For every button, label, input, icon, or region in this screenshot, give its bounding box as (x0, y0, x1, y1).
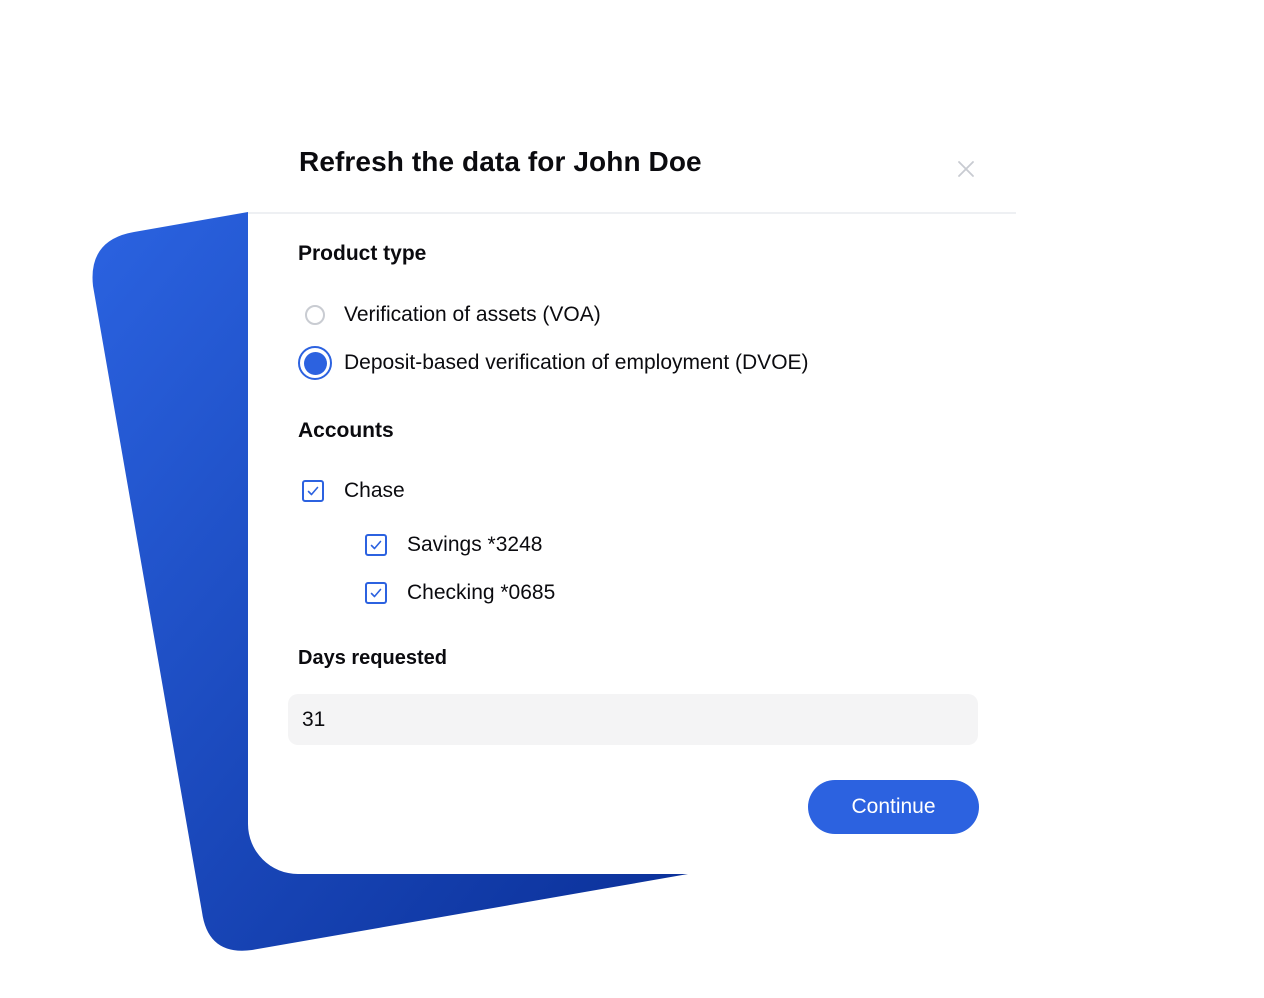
close-icon[interactable] (954, 157, 978, 181)
account-checking-label: Checking *0685 (407, 581, 556, 604)
product-option-voa-label: Verification of assets (VOA) (344, 303, 601, 326)
days-requested-value: 31 (302, 707, 326, 731)
accounts-label: Accounts (298, 419, 394, 442)
checkmark-icon (370, 588, 382, 598)
account-checking[interactable]: Checking *0685 (365, 581, 555, 605)
checkbox-checking[interactable] (365, 582, 387, 604)
account-savings[interactable]: Savings *3248 (365, 533, 542, 557)
radio-unselected[interactable] (305, 305, 325, 325)
product-type-label: Product type (298, 242, 427, 265)
radio-selected-dot (303, 351, 327, 375)
account-chase-label: Chase (344, 479, 405, 502)
days-requested-input[interactable]: 31 (288, 694, 978, 745)
product-option-dvoe[interactable]: Deposit-based verification of employment… (298, 346, 809, 380)
header-divider (248, 212, 1016, 214)
checkmark-icon (307, 486, 319, 496)
account-chase[interactable]: Chase (302, 479, 405, 503)
refresh-data-dialog: Refresh the data for John Doe Product ty… (248, 120, 1016, 874)
checkbox-savings[interactable] (365, 534, 387, 556)
product-option-dvoe-label: Deposit-based verification of employment… (344, 351, 809, 374)
checkbox-chase[interactable] (302, 480, 324, 502)
dialog-title: Refresh the data for John Doe (299, 146, 702, 177)
checkmark-icon (370, 540, 382, 550)
radio-selected[interactable] (298, 346, 332, 380)
days-requested-label: Days requested (298, 647, 447, 669)
product-option-voa[interactable]: Verification of assets (VOA) (298, 303, 601, 327)
continue-button[interactable]: Continue (808, 780, 979, 834)
account-savings-label: Savings *3248 (407, 533, 543, 556)
